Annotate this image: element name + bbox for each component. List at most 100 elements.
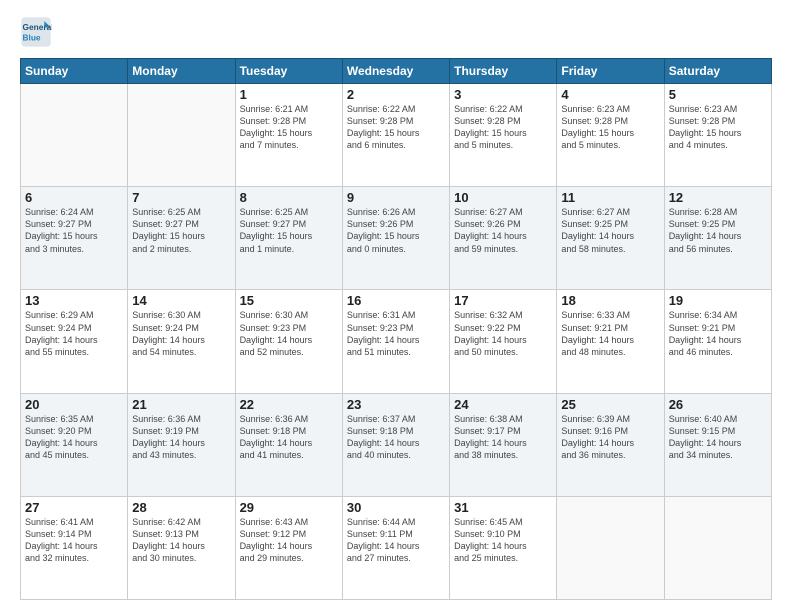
- calendar-header-row: SundayMondayTuesdayWednesdayThursdayFrid…: [21, 59, 772, 84]
- day-info: Sunrise: 6:32 AM Sunset: 9:22 PM Dayligh…: [454, 309, 552, 358]
- day-info: Sunrise: 6:38 AM Sunset: 9:17 PM Dayligh…: [454, 413, 552, 462]
- day-info: Sunrise: 6:31 AM Sunset: 9:23 PM Dayligh…: [347, 309, 445, 358]
- calendar-week-5: 27Sunrise: 6:41 AM Sunset: 9:14 PM Dayli…: [21, 496, 772, 599]
- day-info: Sunrise: 6:36 AM Sunset: 9:19 PM Dayligh…: [132, 413, 230, 462]
- day-info: Sunrise: 6:42 AM Sunset: 9:13 PM Dayligh…: [132, 516, 230, 565]
- page: General Blue SundayMondayTuesdayWednesda…: [0, 0, 792, 612]
- calendar-cell: 23Sunrise: 6:37 AM Sunset: 9:18 PM Dayli…: [342, 393, 449, 496]
- calendar-cell: [557, 496, 664, 599]
- calendar-cell: 7Sunrise: 6:25 AM Sunset: 9:27 PM Daylig…: [128, 187, 235, 290]
- day-number: 19: [669, 293, 767, 308]
- calendar-cell: 22Sunrise: 6:36 AM Sunset: 9:18 PM Dayli…: [235, 393, 342, 496]
- calendar-cell: 27Sunrise: 6:41 AM Sunset: 9:14 PM Dayli…: [21, 496, 128, 599]
- calendar-cell: 12Sunrise: 6:28 AM Sunset: 9:25 PM Dayli…: [664, 187, 771, 290]
- day-number: 24: [454, 397, 552, 412]
- calendar-cell: 4Sunrise: 6:23 AM Sunset: 9:28 PM Daylig…: [557, 84, 664, 187]
- calendar-week-3: 13Sunrise: 6:29 AM Sunset: 9:24 PM Dayli…: [21, 290, 772, 393]
- day-number: 29: [240, 500, 338, 515]
- day-info: Sunrise: 6:34 AM Sunset: 9:21 PM Dayligh…: [669, 309, 767, 358]
- logo: General Blue: [20, 16, 52, 50]
- day-number: 23: [347, 397, 445, 412]
- day-number: 28: [132, 500, 230, 515]
- day-number: 20: [25, 397, 123, 412]
- calendar-cell: 14Sunrise: 6:30 AM Sunset: 9:24 PM Dayli…: [128, 290, 235, 393]
- header: General Blue: [20, 16, 772, 50]
- calendar-cell: 2Sunrise: 6:22 AM Sunset: 9:28 PM Daylig…: [342, 84, 449, 187]
- day-number: 14: [132, 293, 230, 308]
- day-number: 7: [132, 190, 230, 205]
- calendar-cell: 25Sunrise: 6:39 AM Sunset: 9:16 PM Dayli…: [557, 393, 664, 496]
- day-number: 1: [240, 87, 338, 102]
- day-info: Sunrise: 6:44 AM Sunset: 9:11 PM Dayligh…: [347, 516, 445, 565]
- day-info: Sunrise: 6:27 AM Sunset: 9:25 PM Dayligh…: [561, 206, 659, 255]
- calendar-header-friday: Friday: [557, 59, 664, 84]
- calendar-header-saturday: Saturday: [664, 59, 771, 84]
- calendar-header-wednesday: Wednesday: [342, 59, 449, 84]
- calendar-header-thursday: Thursday: [450, 59, 557, 84]
- calendar-cell: 13Sunrise: 6:29 AM Sunset: 9:24 PM Dayli…: [21, 290, 128, 393]
- calendar-week-4: 20Sunrise: 6:35 AM Sunset: 9:20 PM Dayli…: [21, 393, 772, 496]
- day-info: Sunrise: 6:39 AM Sunset: 9:16 PM Dayligh…: [561, 413, 659, 462]
- day-info: Sunrise: 6:28 AM Sunset: 9:25 PM Dayligh…: [669, 206, 767, 255]
- logo-icon: General Blue: [20, 16, 52, 48]
- day-info: Sunrise: 6:35 AM Sunset: 9:20 PM Dayligh…: [25, 413, 123, 462]
- day-info: Sunrise: 6:41 AM Sunset: 9:14 PM Dayligh…: [25, 516, 123, 565]
- calendar-cell: 8Sunrise: 6:25 AM Sunset: 9:27 PM Daylig…: [235, 187, 342, 290]
- day-info: Sunrise: 6:22 AM Sunset: 9:28 PM Dayligh…: [347, 103, 445, 152]
- day-number: 26: [669, 397, 767, 412]
- day-number: 16: [347, 293, 445, 308]
- day-info: Sunrise: 6:24 AM Sunset: 9:27 PM Dayligh…: [25, 206, 123, 255]
- day-number: 2: [347, 87, 445, 102]
- calendar-cell: 17Sunrise: 6:32 AM Sunset: 9:22 PM Dayli…: [450, 290, 557, 393]
- calendar-cell: 28Sunrise: 6:42 AM Sunset: 9:13 PM Dayli…: [128, 496, 235, 599]
- calendar-header-tuesday: Tuesday: [235, 59, 342, 84]
- calendar-cell: 26Sunrise: 6:40 AM Sunset: 9:15 PM Dayli…: [664, 393, 771, 496]
- day-info: Sunrise: 6:33 AM Sunset: 9:21 PM Dayligh…: [561, 309, 659, 358]
- day-info: Sunrise: 6:37 AM Sunset: 9:18 PM Dayligh…: [347, 413, 445, 462]
- calendar-cell: 20Sunrise: 6:35 AM Sunset: 9:20 PM Dayli…: [21, 393, 128, 496]
- calendar-body: 1Sunrise: 6:21 AM Sunset: 9:28 PM Daylig…: [21, 84, 772, 600]
- day-number: 25: [561, 397, 659, 412]
- svg-text:Blue: Blue: [23, 32, 41, 42]
- day-number: 31: [454, 500, 552, 515]
- day-number: 4: [561, 87, 659, 102]
- calendar-cell: 3Sunrise: 6:22 AM Sunset: 9:28 PM Daylig…: [450, 84, 557, 187]
- calendar-cell: 21Sunrise: 6:36 AM Sunset: 9:19 PM Dayli…: [128, 393, 235, 496]
- day-info: Sunrise: 6:43 AM Sunset: 9:12 PM Dayligh…: [240, 516, 338, 565]
- calendar-cell: 31Sunrise: 6:45 AM Sunset: 9:10 PM Dayli…: [450, 496, 557, 599]
- day-number: 21: [132, 397, 230, 412]
- day-info: Sunrise: 6:26 AM Sunset: 9:26 PM Dayligh…: [347, 206, 445, 255]
- day-number: 12: [669, 190, 767, 205]
- calendar-cell: 24Sunrise: 6:38 AM Sunset: 9:17 PM Dayli…: [450, 393, 557, 496]
- day-number: 9: [347, 190, 445, 205]
- day-number: 27: [25, 500, 123, 515]
- day-number: 3: [454, 87, 552, 102]
- day-info: Sunrise: 6:23 AM Sunset: 9:28 PM Dayligh…: [669, 103, 767, 152]
- day-number: 8: [240, 190, 338, 205]
- calendar-cell: 15Sunrise: 6:30 AM Sunset: 9:23 PM Dayli…: [235, 290, 342, 393]
- day-info: Sunrise: 6:30 AM Sunset: 9:24 PM Dayligh…: [132, 309, 230, 358]
- calendar-cell: 30Sunrise: 6:44 AM Sunset: 9:11 PM Dayli…: [342, 496, 449, 599]
- calendar-cell: [21, 84, 128, 187]
- day-number: 10: [454, 190, 552, 205]
- day-number: 6: [25, 190, 123, 205]
- day-number: 30: [347, 500, 445, 515]
- calendar-week-2: 6Sunrise: 6:24 AM Sunset: 9:27 PM Daylig…: [21, 187, 772, 290]
- calendar-cell: 5Sunrise: 6:23 AM Sunset: 9:28 PM Daylig…: [664, 84, 771, 187]
- calendar-cell: 10Sunrise: 6:27 AM Sunset: 9:26 PM Dayli…: [450, 187, 557, 290]
- day-info: Sunrise: 6:36 AM Sunset: 9:18 PM Dayligh…: [240, 413, 338, 462]
- calendar-cell: 9Sunrise: 6:26 AM Sunset: 9:26 PM Daylig…: [342, 187, 449, 290]
- calendar-cell: 29Sunrise: 6:43 AM Sunset: 9:12 PM Dayli…: [235, 496, 342, 599]
- day-info: Sunrise: 6:45 AM Sunset: 9:10 PM Dayligh…: [454, 516, 552, 565]
- calendar-cell: 11Sunrise: 6:27 AM Sunset: 9:25 PM Dayli…: [557, 187, 664, 290]
- calendar-cell: 19Sunrise: 6:34 AM Sunset: 9:21 PM Dayli…: [664, 290, 771, 393]
- day-number: 5: [669, 87, 767, 102]
- day-info: Sunrise: 6:25 AM Sunset: 9:27 PM Dayligh…: [240, 206, 338, 255]
- day-info: Sunrise: 6:25 AM Sunset: 9:27 PM Dayligh…: [132, 206, 230, 255]
- day-info: Sunrise: 6:23 AM Sunset: 9:28 PM Dayligh…: [561, 103, 659, 152]
- calendar-cell: 18Sunrise: 6:33 AM Sunset: 9:21 PM Dayli…: [557, 290, 664, 393]
- day-info: Sunrise: 6:40 AM Sunset: 9:15 PM Dayligh…: [669, 413, 767, 462]
- calendar-cell: 1Sunrise: 6:21 AM Sunset: 9:28 PM Daylig…: [235, 84, 342, 187]
- calendar-header-monday: Monday: [128, 59, 235, 84]
- calendar-cell: 16Sunrise: 6:31 AM Sunset: 9:23 PM Dayli…: [342, 290, 449, 393]
